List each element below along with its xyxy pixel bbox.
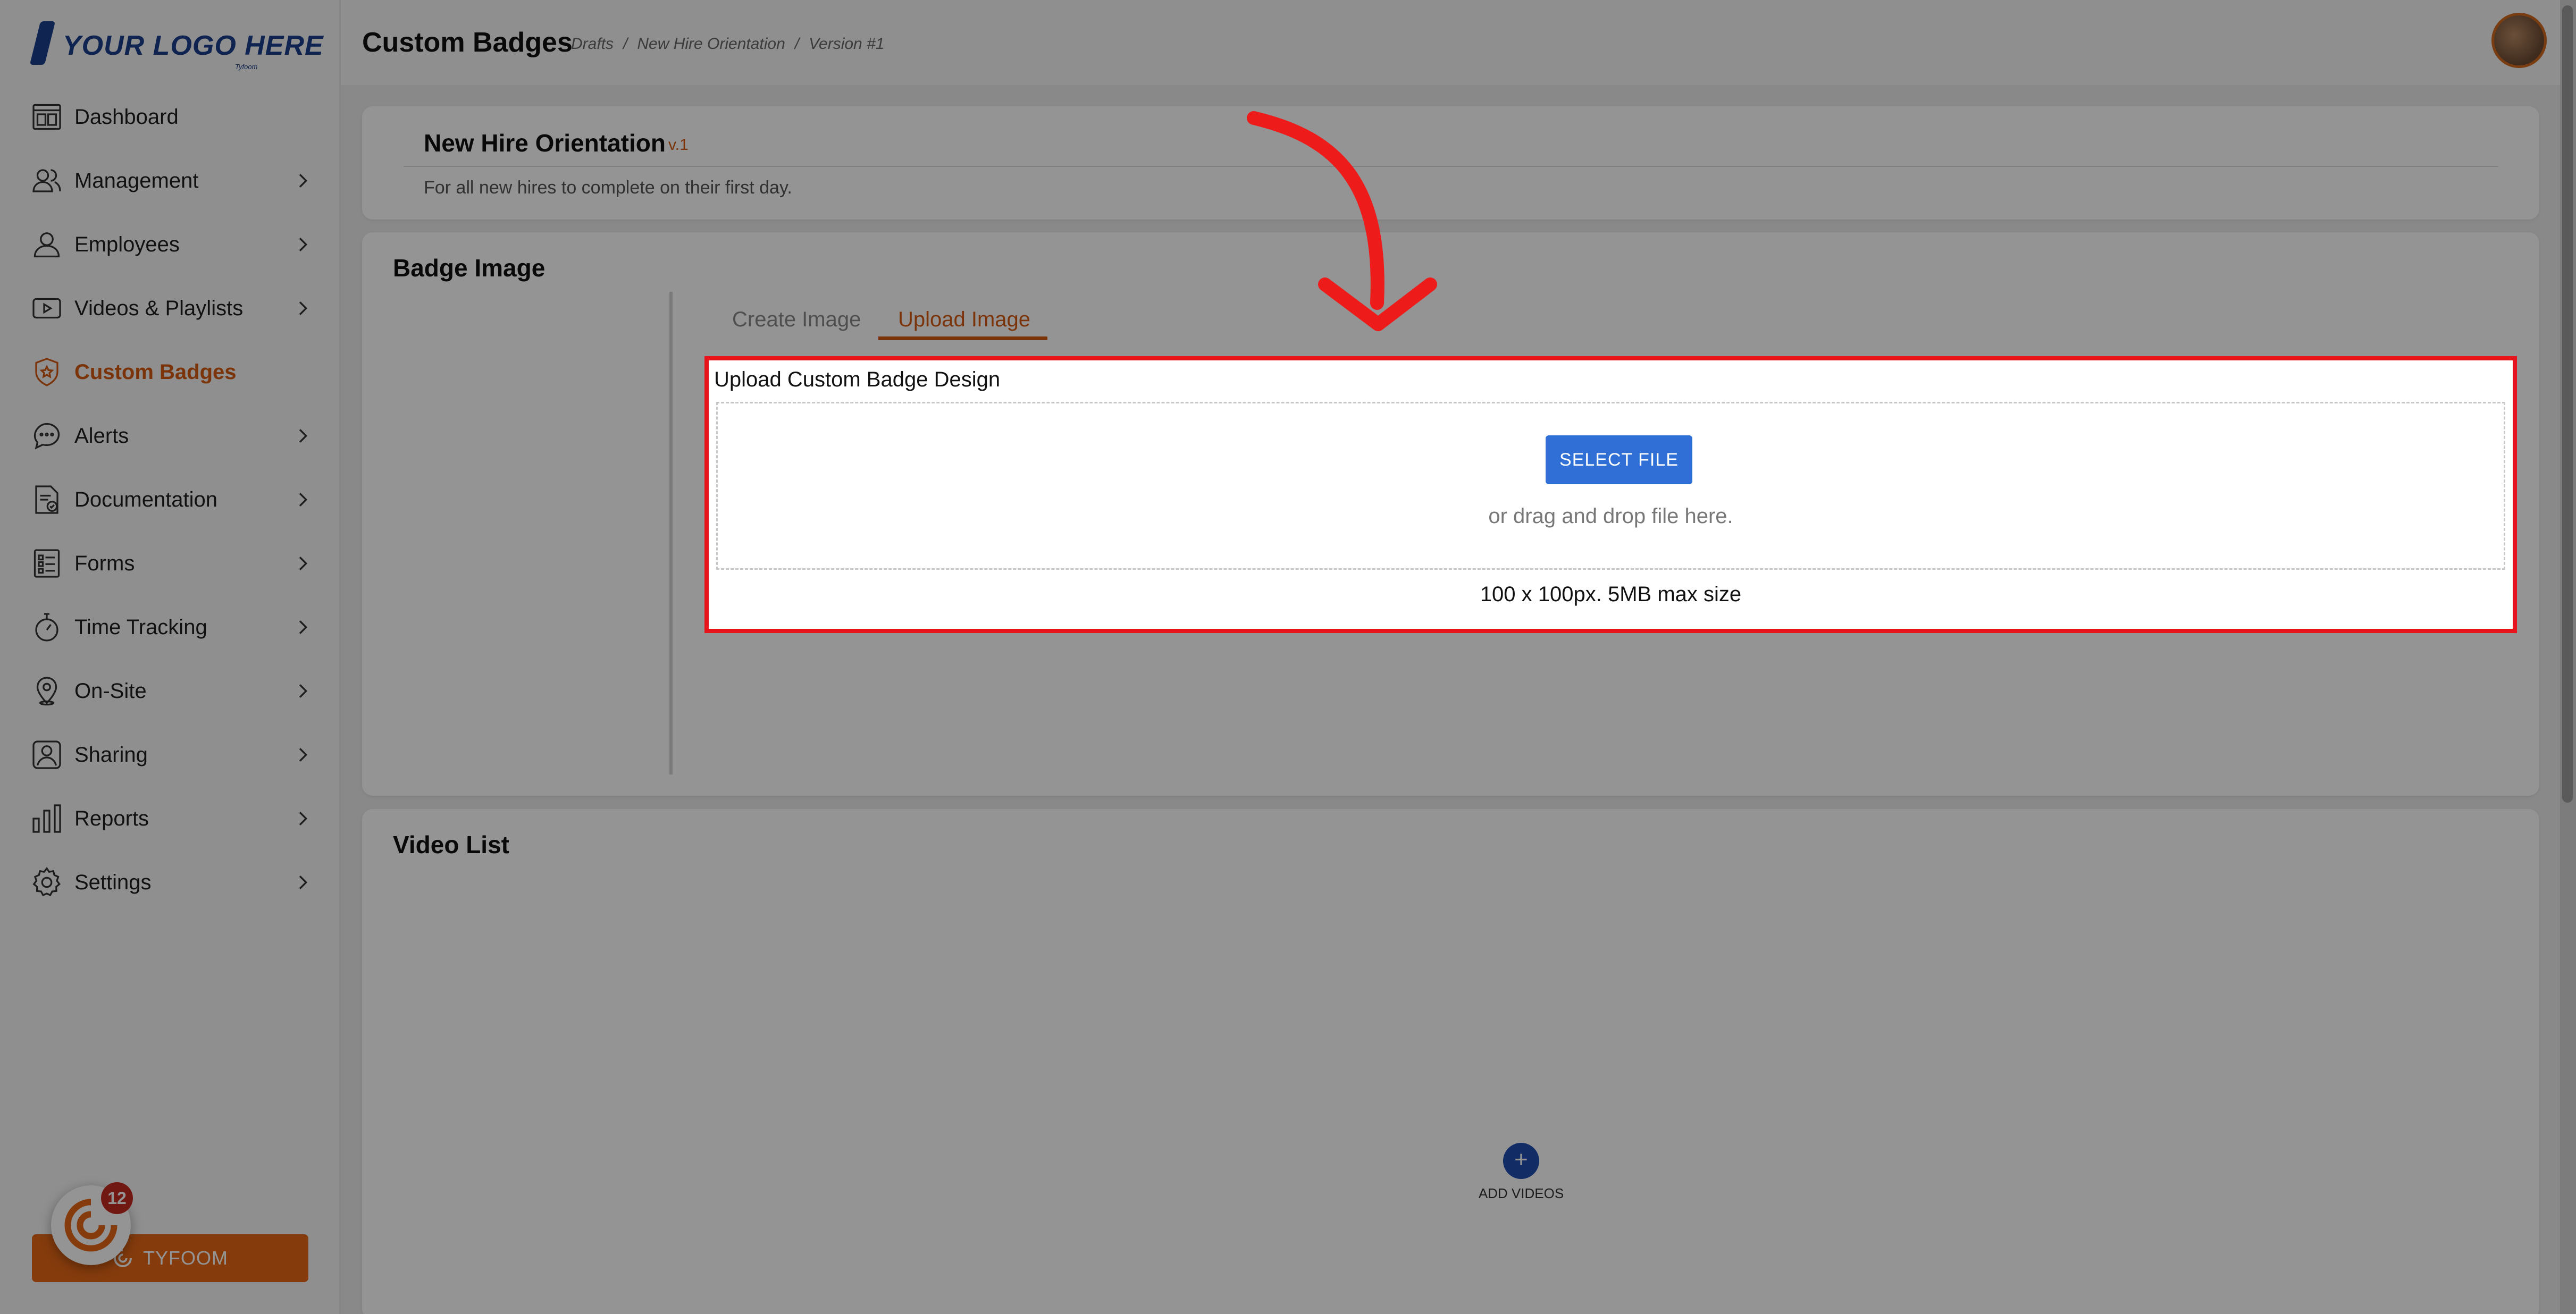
sharing-icon [30,738,64,772]
sidebar-item-videos-playlists[interactable]: Videos & Playlists [0,276,341,340]
drag-drop-hint: or drag and drop file here. [1488,504,1733,528]
sidebar-item-time-tracking[interactable]: Time Tracking [0,595,341,659]
sidebar-item-label: Reports [74,806,149,830]
scrollbar-thumb[interactable] [2562,5,2573,803]
stopwatch-icon [30,610,64,644]
company-logo[interactable]: YOUR LOGO HERE Tyfoom [29,21,323,74]
sidebar-item-label: Documentation [74,487,218,511]
sidebar-item-label: Forms [74,551,135,575]
breadcrumb-separator: / [794,35,800,53]
size-requirement-note: 100 x 100px. 5MB max size [1480,583,1742,606]
logo-text: YOUR LOGO HERE [63,30,324,61]
section-title: Badge Image [393,254,546,282]
chevron-right-icon [299,174,308,188]
badge-icon [30,355,64,389]
sidebar-item-label: On-Site [74,679,147,703]
sidebar-item-label: Dashboard [74,105,179,129]
version-label: v.1 [668,136,689,154]
chevron-right-icon [299,238,308,251]
plus-icon: + [1503,1143,1539,1179]
sidebar-item-label: Time Tracking [74,615,207,639]
vertical-divider [669,292,673,774]
chevron-right-icon [299,557,308,570]
logo-subtext: Tyfoom [235,63,258,71]
sidebar-item-alerts[interactable]: Alerts [0,404,341,468]
sidebar-item-label: Sharing [74,743,148,766]
gear-icon [30,865,64,899]
add-videos-button[interactable]: + ADD VIDEOS [1441,1143,1601,1202]
top-header: Custom Badges Drafts / New Hire Orientatio… [341,0,2576,85]
location-pin-icon [30,674,64,708]
alert-icon [30,419,64,453]
sidebar-item-forms[interactable]: Forms [0,532,341,595]
documentation-icon [30,483,64,517]
add-videos-label: ADD VIDEOS [1478,1185,1564,1201]
upload-heading: Upload Custom Badge Design [714,368,1001,391]
sidebar: YOUR LOGO HERE Tyfoom Dashboard Manageme… [0,0,341,1314]
employee-icon [30,228,64,262]
sidebar-item-label: Alerts [74,424,129,448]
breadcrumb-item[interactable]: New Hire Orientation [637,35,785,53]
program-description: For all new hires to complete on their f… [424,178,792,198]
sidebar-item-sharing[interactable]: Sharing [0,723,341,787]
chevron-right-icon [299,875,308,889]
chevron-right-icon [299,429,308,443]
video-icon [30,291,64,325]
sidebar-item-label: Management [74,169,199,192]
section-title: Video List [393,831,509,858]
sidebar-item-documentation[interactable]: Documentation [0,468,341,532]
sidebar-nav: Dashboard Management Employees Videos & … [0,85,341,914]
divider [404,166,2498,167]
sidebar-item-reports[interactable]: Reports [0,787,341,850]
sidebar-item-custom-badges[interactable]: Custom Badges [0,340,341,404]
page-title: Custom Badges [362,27,573,58]
active-tab-indicator [878,336,1047,340]
sidebar-item-settings[interactable]: Settings [0,850,341,914]
management-icon [30,164,64,198]
sidebar-item-label: Videos & Playlists [74,296,244,320]
chevron-right-icon [299,748,308,762]
file-drop-zone[interactable]: SELECT FILE or drag and drop file here. [716,402,2505,570]
breadcrumb-item[interactable]: Drafts [571,35,614,53]
sidebar-item-employees[interactable]: Employees [0,213,341,276]
video-list-card: Video List + ADD VIDEOS [362,809,2539,1314]
chevron-right-icon [299,493,308,507]
sidebar-item-label: Custom Badges [74,360,237,384]
forms-icon [30,546,64,580]
chevron-right-icon [299,684,308,698]
chevron-right-icon [299,301,308,315]
sidebar-item-label: Settings [74,870,152,894]
logo-mark [29,21,56,65]
sidebar-item-on-site[interactable]: On-Site [0,659,341,723]
sidebar-item-dashboard[interactable]: Dashboard [0,85,341,149]
notification-count-badge: 12 [101,1182,133,1214]
chevron-right-icon [299,812,308,826]
dashboard-icon [30,100,64,134]
program-info-card: New Hire Orientation v.1 For all new hir… [362,106,2539,220]
breadcrumb-item: Version #1 [809,35,885,53]
upload-custom-badge-panel: Upload Custom Badge Design SELECT FILE o… [704,356,2517,633]
select-file-button[interactable]: SELECT FILE [1546,435,1692,484]
reports-icon [30,802,64,836]
chevron-right-icon [299,620,308,634]
sidebar-item-management[interactable]: Management [0,149,341,213]
breadcrumb: Drafts / New Hire Orientation / Version #1 [571,35,894,53]
tyfoom-button-label: TYFOOM [143,1247,228,1269]
tab-create-image[interactable]: Create Image [732,308,861,332]
sidebar-item-label: Employees [74,232,180,256]
program-title: New Hire Orientation [424,129,666,157]
tab-upload-image[interactable]: Upload Image [898,308,1030,332]
avatar[interactable] [2491,13,2547,68]
breadcrumb-separator: / [623,35,628,53]
